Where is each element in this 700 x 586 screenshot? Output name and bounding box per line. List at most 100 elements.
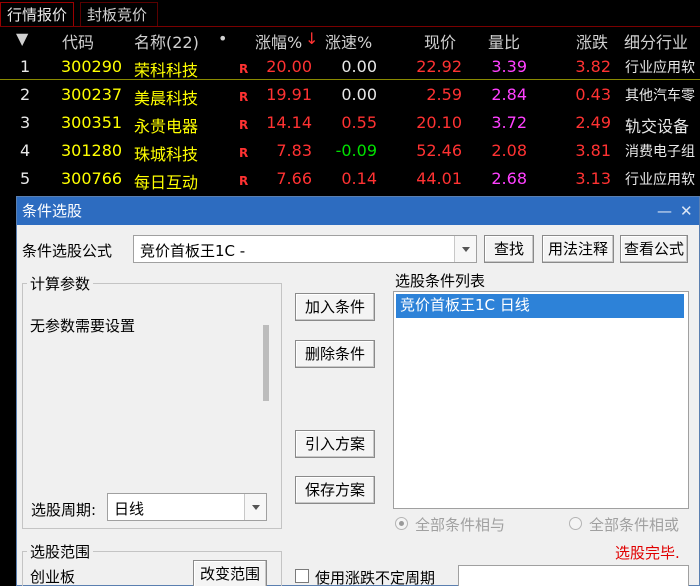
- row-price: 2.59: [426, 85, 462, 104]
- change-range-button[interactable]: 改变范围: [193, 560, 267, 586]
- tab-auction[interactable]: 封板竞价: [80, 2, 158, 26]
- period-select[interactable]: 日线: [107, 493, 267, 521]
- row-price: 20.10: [416, 113, 462, 132]
- row-volume-ratio: 3.39: [491, 57, 527, 76]
- row-change-pct: 20.00: [266, 57, 312, 76]
- row-speed: 0.00: [341, 85, 377, 104]
- row-industry: 消费电子组: [625, 144, 695, 160]
- row-flag: R: [239, 90, 249, 104]
- header-industry[interactable]: 细分行业: [624, 29, 688, 53]
- condition-list[interactable]: 竞价首板王1C 日线: [393, 291, 689, 509]
- row-change-pct: 7.66: [276, 169, 312, 188]
- sort-menu-icon[interactable]: ▼: [16, 29, 28, 48]
- header-price[interactable]: 现价: [424, 29, 456, 53]
- row-speed: 0.00: [341, 57, 377, 76]
- header-name[interactable]: 名称(22): [134, 29, 199, 53]
- minimize-icon[interactable]: —: [657, 197, 672, 225]
- table-row[interactable]: 1 300290 荣科科技 R 20.00 0.00 22.92 3.39 3.…: [0, 53, 700, 80]
- period-range-field[interactable]: [458, 565, 689, 586]
- close-icon[interactable]: ✕: [680, 197, 693, 225]
- row-industry: 行业应用软: [625, 172, 695, 188]
- table-row[interactable]: 5 300766 每日互动 R 7.66 0.14 44.01 2.68 3.1…: [0, 165, 700, 192]
- add-condition-button[interactable]: 加入条件: [295, 293, 375, 321]
- row-change: 2.49: [575, 113, 611, 132]
- quote-header: ▼ 代码 名称(22) • 涨幅% ↓ 涨速% 现价 量比 涨跌 细分行业: [0, 27, 700, 53]
- row-volume-ratio: 2.08: [491, 141, 527, 160]
- sort-desc-icon: ↓: [305, 29, 319, 48]
- find-button[interactable]: 查找: [484, 235, 534, 263]
- row-change: 3.82: [575, 57, 611, 76]
- import-scheme-button[interactable]: 引入方案: [295, 430, 375, 458]
- save-scheme-button[interactable]: 保存方案: [295, 476, 375, 504]
- row-rank: 1: [20, 57, 31, 76]
- header-change-pct[interactable]: 涨幅%: [255, 29, 302, 53]
- row-industry: 其他汽车零: [625, 88, 695, 104]
- formula-select[interactable]: 竞价首板王1C -: [133, 235, 477, 263]
- row-volume-ratio: 3.72: [491, 113, 527, 132]
- row-price: 22.92: [416, 57, 462, 76]
- row-name: 荣科科技: [134, 61, 199, 80]
- row-code: 300351: [61, 113, 123, 132]
- row-industry: 轨交设备: [625, 117, 690, 136]
- row-code: 300237: [61, 85, 123, 104]
- status-text: 选股完毕.: [615, 544, 680, 562]
- header-speed[interactable]: 涨速%: [325, 29, 372, 53]
- row-rank: 5: [20, 169, 31, 188]
- table-row[interactable]: 3 300351 永贵电器 R 14.14 0.55 20.10 3.72 2.…: [0, 109, 700, 136]
- chevron-down-icon[interactable]: [244, 494, 266, 520]
- formula-label: 条件选股公式: [22, 242, 113, 260]
- quote-tabs: 行情报价 封板竞价: [0, 0, 700, 27]
- row-speed: -0.09: [335, 141, 377, 160]
- table-row[interactable]: 4 301280 珠城科技 R 7.83 -0.09 52.46 2.08 3.…: [0, 137, 700, 164]
- row-change-pct: 7.83: [276, 141, 312, 160]
- params-scrollbar[interactable]: [263, 325, 269, 401]
- radio-and[interactable]: [395, 517, 408, 530]
- chevron-down-icon[interactable]: [454, 236, 476, 262]
- row-name: 美晨科技: [134, 89, 199, 108]
- header-code[interactable]: 代码: [62, 29, 94, 53]
- table-row[interactable]: 2 300237 美晨科技 R 19.91 0.00 2.59 2.84 0.4…: [0, 81, 700, 108]
- range-value: 创业板: [30, 568, 76, 586]
- usage-notes-button[interactable]: 用法注释: [542, 235, 614, 263]
- condition-list-title: 选股条件列表: [395, 272, 486, 290]
- row-name: 每日互动: [134, 173, 199, 192]
- radio-or-label: 全部条件相或: [589, 516, 680, 534]
- header-dot-icon: •: [218, 29, 228, 48]
- row-change: 3.13: [575, 169, 611, 188]
- dialog-title: 条件选股: [22, 202, 83, 220]
- row-change-pct: 19.91: [266, 85, 312, 104]
- row-volume-ratio: 2.68: [491, 169, 527, 188]
- row-rank: 4: [20, 141, 31, 160]
- tab-quote[interactable]: 行情报价: [0, 2, 74, 26]
- row-code: 300290: [61, 57, 123, 76]
- list-item[interactable]: 竞价首板王1C 日线: [396, 294, 684, 318]
- row-name: 永贵电器: [134, 117, 199, 136]
- radio-or[interactable]: [569, 517, 582, 530]
- row-rank: 2: [20, 85, 31, 104]
- row-change: 0.43: [575, 85, 611, 104]
- formula-value: 竞价首板王1C -: [140, 242, 246, 260]
- radio-and-label: 全部条件相与: [415, 516, 506, 534]
- row-flag: R: [239, 62, 249, 76]
- row-price: 52.46: [416, 141, 462, 160]
- row-flag: R: [239, 118, 249, 132]
- row-flag: R: [239, 146, 249, 160]
- period-value: 日线: [114, 500, 145, 518]
- row-price: 44.01: [416, 169, 462, 188]
- row-volume-ratio: 2.84: [491, 85, 527, 104]
- range-group-title: 选股范围: [27, 541, 94, 562]
- header-volume-ratio[interactable]: 量比: [488, 29, 520, 53]
- row-speed: 0.55: [341, 113, 377, 132]
- row-change-pct: 14.14: [266, 113, 312, 132]
- row-code: 300766: [61, 169, 123, 188]
- period-label: 选股周期:: [31, 501, 97, 519]
- dialog-titlebar[interactable]: 条件选股 — ✕: [17, 197, 699, 225]
- row-speed: 0.14: [341, 169, 377, 188]
- use-period-checkbox[interactable]: [295, 569, 309, 583]
- delete-condition-button[interactable]: 删除条件: [295, 340, 375, 368]
- row-code: 301280: [61, 141, 123, 160]
- header-change[interactable]: 涨跌: [576, 29, 608, 53]
- row-rank: 3: [20, 113, 31, 132]
- row-flag: R: [239, 174, 249, 188]
- view-formula-button[interactable]: 查看公式: [620, 235, 688, 263]
